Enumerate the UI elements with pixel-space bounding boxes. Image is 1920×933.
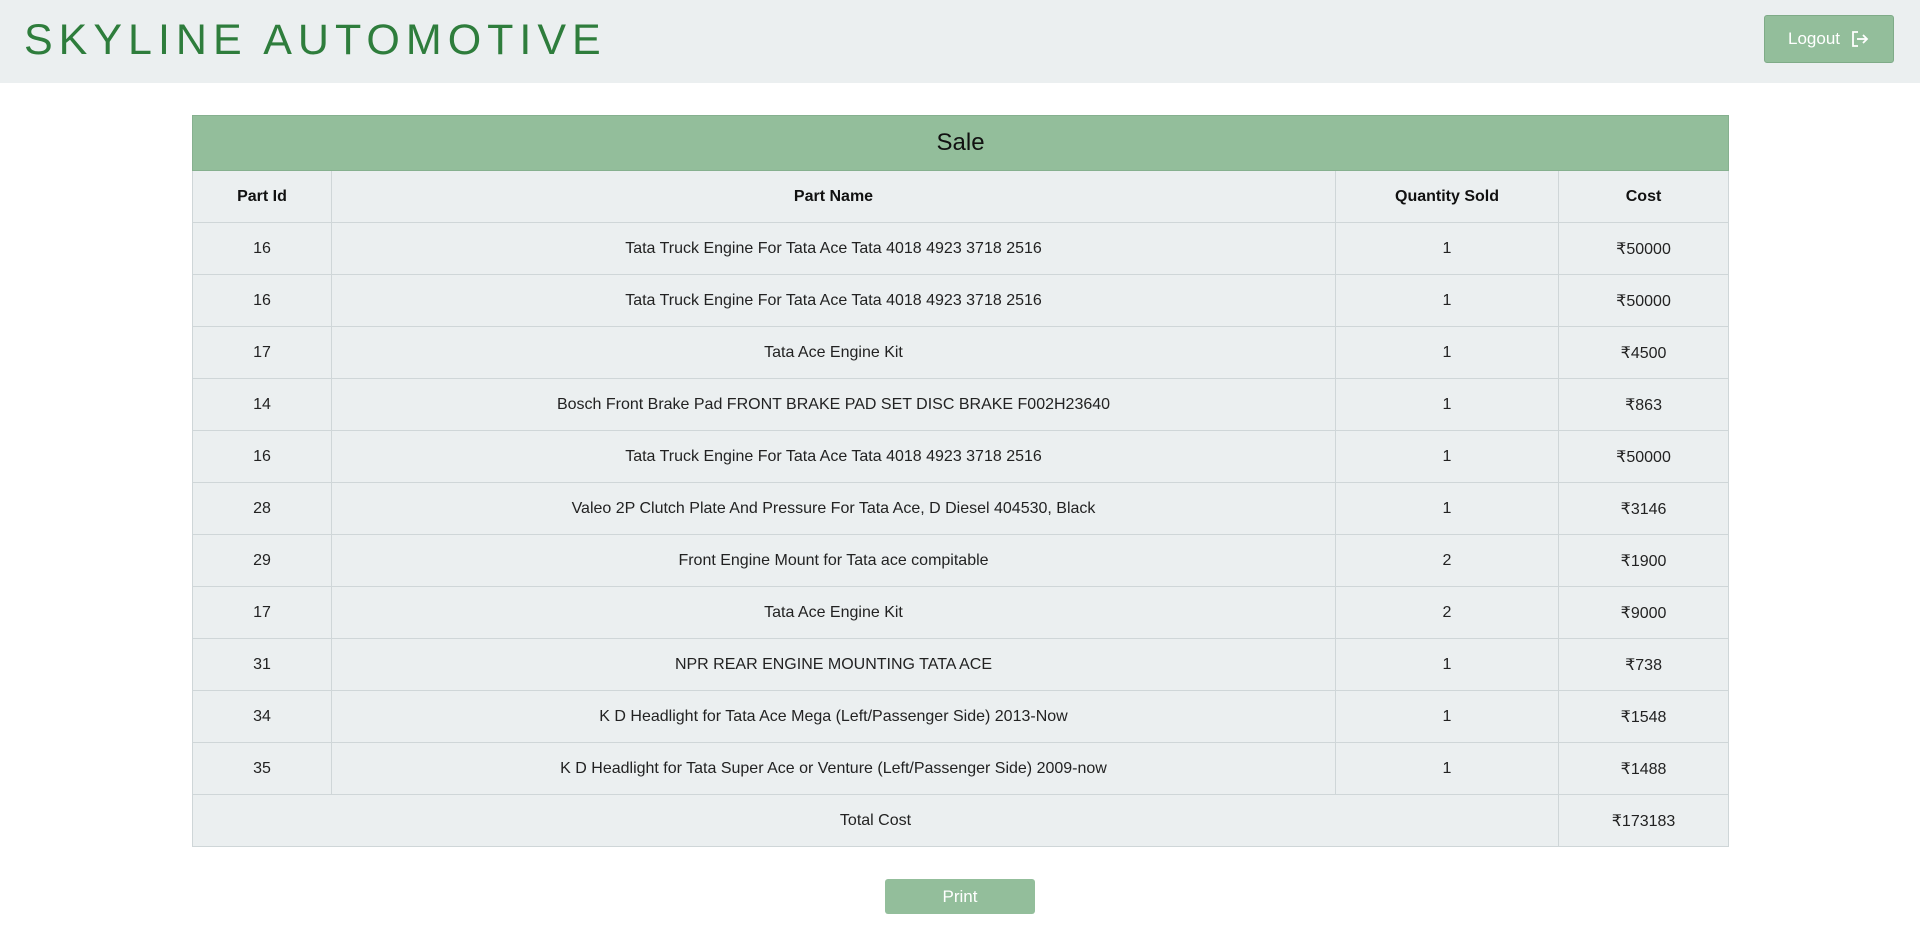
rupee-symbol: ₹ [1616,238,1627,258]
part-id-cell: 29 [192,534,332,587]
quantity-sold-cell: 1 [1335,274,1559,327]
column-header-part-name: Part Name [331,170,1336,223]
cost-cell: ₹9000 [1557,586,1730,639]
table-title: Sale [191,115,1730,171]
part-id-cell: 16 [192,222,332,275]
logout-icon [1850,29,1870,49]
part-name-cell: Tata Ace Engine Kit [331,326,1336,379]
rupee-symbol: ₹ [1620,706,1631,726]
part-id-cell: 17 [192,326,332,379]
table-row: 29 Front Engine Mount for Tata ace compit… [192,534,1730,587]
part-name-cell: Valeo 2P Clutch Plate And Pressure For T… [331,482,1336,535]
cost-cell: ₹1548 [1557,690,1730,743]
rupee-symbol: ₹ [1620,602,1631,622]
rupee-symbol: ₹ [1611,810,1622,830]
top-bar: SKYLINE AUTOMOTIVE Logout [0,0,1920,83]
cost-cell: ₹863 [1557,378,1730,431]
cost-cell: ₹4500 [1557,326,1730,379]
part-name-cell: Tata Truck Engine For Tata Ace Tata 4018… [331,274,1336,327]
cost-value: 738 [1635,656,1662,674]
cost-value: 50000 [1626,292,1671,310]
total-cost: ₹173183 [1557,794,1730,847]
cost-value: 1548 [1630,708,1667,726]
cost-value: 50000 [1626,240,1671,258]
rupee-symbol: ₹ [1620,550,1631,570]
cost-cell: ₹1488 [1557,742,1730,795]
part-name-cell: K D Headlight for Tata Super Ace or Vent… [331,742,1336,795]
cost-cell: ₹3146 [1557,482,1730,535]
table-header-row: Part Id Part Name Quantity Sold Cost [192,170,1730,223]
part-name-cell: Front Engine Mount for Tata ace compitab… [331,534,1336,587]
quantity-sold-cell: 1 [1335,430,1559,483]
logout-button[interactable]: Logout [1764,15,1894,63]
part-name-cell: Bosch Front Brake Pad FRONT BRAKE PAD SE… [331,378,1336,431]
rupee-symbol: ₹ [1616,446,1627,466]
cost-cell: ₹1900 [1557,534,1730,587]
table-row: 28 Valeo 2P Clutch Plate And Pressure For… [192,482,1730,535]
quantity-sold-cell: 2 [1335,534,1559,587]
cost-value: 863 [1635,396,1662,414]
part-id-cell: 31 [192,638,332,691]
brand-title: SKYLINE AUTOMOTIVE [24,16,607,64]
total-row: Total Cost ₹173183 [192,794,1730,847]
total-cost-value: 173183 [1621,812,1676,830]
logout-label: Logout [1788,29,1840,48]
column-header-cost: Cost [1557,170,1730,223]
part-id-cell: 35 [192,742,332,795]
part-id-cell: 17 [192,586,332,639]
rupee-symbol: ₹ [1620,758,1631,778]
quantity-sold-cell: 1 [1335,222,1559,275]
rupee-symbol: ₹ [1620,342,1631,362]
rupee-symbol: ₹ [1625,394,1636,414]
part-name-cell: Tata Ace Engine Kit [331,586,1336,639]
quantity-sold-cell: 2 [1335,586,1559,639]
table-row: 14 Bosch Front Brake Pad FRONT BRAKE PAD … [192,378,1730,431]
table-row: 16 Tata Truck Engine For Tata Ace Tata 40… [192,274,1730,327]
quantity-sold-cell: 1 [1335,690,1559,743]
table-row: 16 Tata Truck Engine For Tata Ace Tata 40… [192,430,1730,483]
table-title-row: Sale [191,115,1730,171]
cost-value: 50000 [1626,448,1671,466]
cost-value: 1488 [1630,760,1667,778]
table-row: 31 NPR REAR ENGINE MOUNTING TATA ACE 1 ₹738 [192,638,1730,691]
sale-table: Sale Part Id Part Name Quantity Sold Cos… [191,115,1730,847]
quantity-sold-cell: 1 [1335,482,1559,535]
cost-value: 9000 [1630,604,1667,622]
column-header-quantity-sold: Quantity Sold [1335,170,1559,223]
cost-cell: ₹50000 [1557,222,1730,275]
quantity-sold-cell: 1 [1335,378,1559,431]
table-row: 35 K D Headlight for Tata Super Ace or Ve… [192,742,1730,795]
table-row: 17 Tata Ace Engine Kit 1 ₹4500 [192,326,1730,379]
table-row: 17 Tata Ace Engine Kit 2 ₹9000 [192,586,1730,639]
part-name-cell: NPR REAR ENGINE MOUNTING TATA ACE [331,638,1336,691]
part-id-cell: 16 [192,430,332,483]
cost-cell: ₹50000 [1557,430,1730,483]
part-id-cell: 28 [192,482,332,535]
part-name-cell: K D Headlight for Tata Ace Mega (Left/Pa… [331,690,1336,743]
part-name-cell: Tata Truck Engine For Tata Ace Tata 4018… [331,222,1336,275]
quantity-sold-cell: 1 [1335,742,1559,795]
rupee-symbol: ₹ [1625,654,1636,674]
quantity-sold-cell: 1 [1335,638,1559,691]
cost-value: 4500 [1630,344,1667,362]
part-id-cell: 14 [192,378,332,431]
print-button[interactable]: Print [885,879,1035,914]
part-id-cell: 34 [192,690,332,743]
column-header-part-id: Part Id [192,170,332,223]
part-id-cell: 16 [192,274,332,327]
table-body: 16 Tata Truck Engine For Tata Ace Tata 40… [192,222,1730,795]
cost-value: 1900 [1630,552,1667,570]
table-row: 34 K D Headlight for Tata Ace Mega (Left/… [192,690,1730,743]
quantity-sold-cell: 1 [1335,326,1559,379]
total-label: Total Cost [192,794,1559,847]
cost-value: 3146 [1630,500,1667,518]
table-row: 16 Tata Truck Engine For Tata Ace Tata 40… [192,222,1730,275]
cost-cell: ₹738 [1557,638,1730,691]
cost-cell: ₹50000 [1557,274,1730,327]
rupee-symbol: ₹ [1616,290,1627,310]
part-name-cell: Tata Truck Engine For Tata Ace Tata 4018… [331,430,1336,483]
rupee-symbol: ₹ [1620,498,1631,518]
